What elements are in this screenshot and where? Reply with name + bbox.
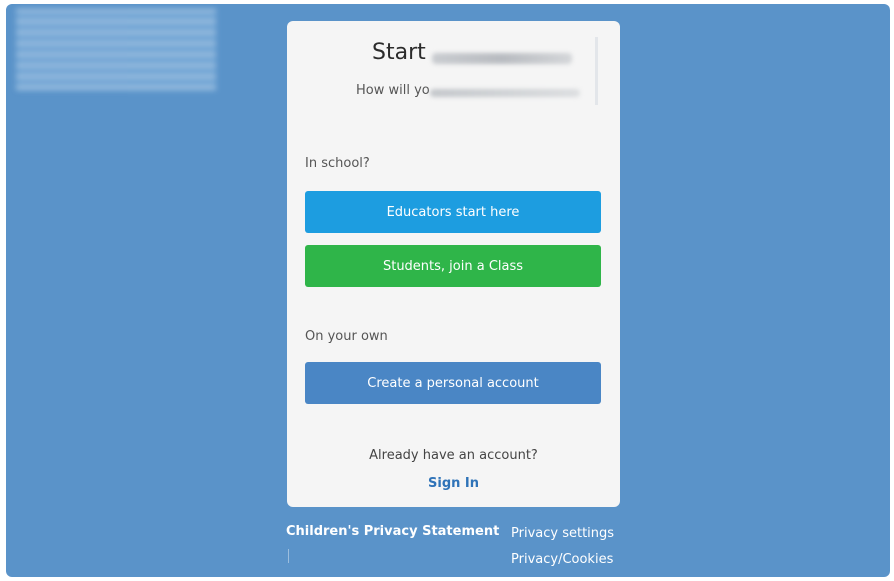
page-subtitle: How will yo xyxy=(356,83,430,98)
already-have-account-text: Already have an account? xyxy=(369,448,538,463)
sign-in-link[interactable]: Sign In xyxy=(287,476,620,491)
educators-button[interactable]: Educators start here xyxy=(305,191,601,233)
signup-card: Start How will yo In school? Educators s… xyxy=(287,21,620,507)
privacy-cookies-link[interactable]: Privacy/Cookies xyxy=(511,552,613,567)
blurred-logo xyxy=(16,9,216,91)
page-title: Start xyxy=(372,40,426,65)
card-header: Start How will yo xyxy=(342,37,598,105)
blurred-subtitle-text xyxy=(430,89,580,97)
childrens-privacy-link[interactable]: Children's Privacy Statement xyxy=(286,524,499,539)
on-your-own-label: On your own xyxy=(305,329,388,344)
in-school-label: In school? xyxy=(305,156,370,171)
blurred-title-text xyxy=(432,53,572,64)
footer-divider xyxy=(288,549,289,563)
create-personal-account-button[interactable]: Create a personal account xyxy=(305,362,601,404)
page-background: Start How will yo In school? Educators s… xyxy=(6,4,890,577)
students-join-class-button[interactable]: Students, join a Class xyxy=(305,245,601,287)
privacy-settings-link[interactable]: Privacy settings xyxy=(511,526,614,541)
